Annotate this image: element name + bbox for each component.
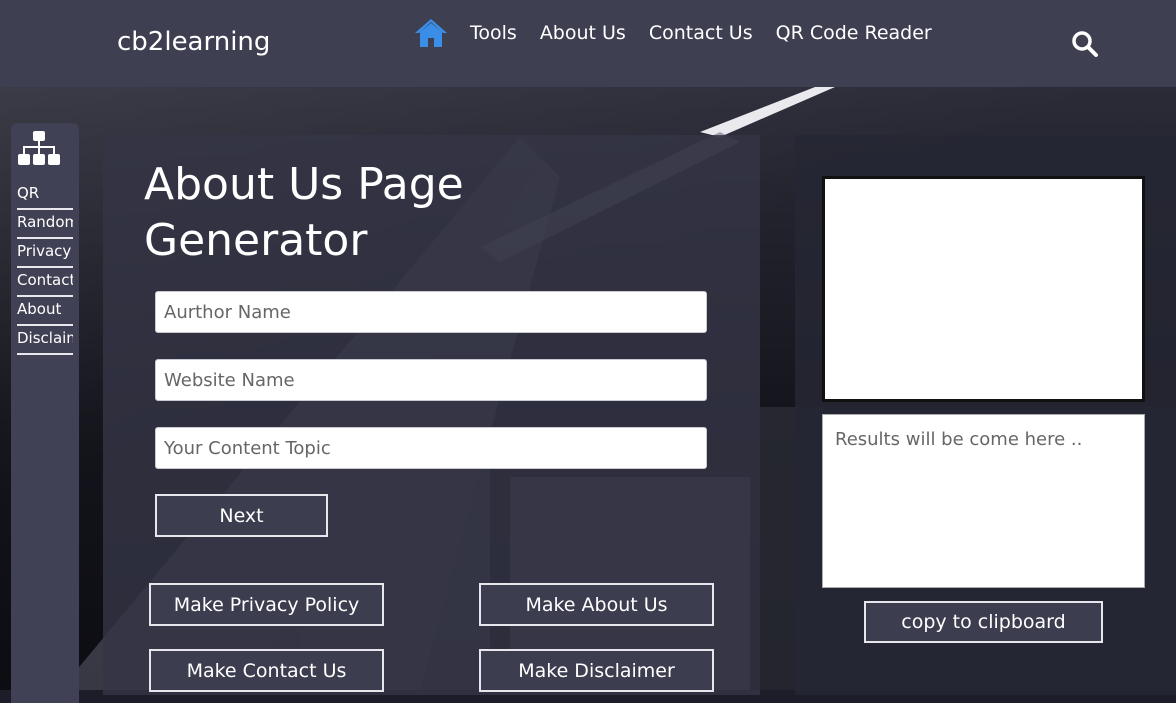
sidebar-link-qr[interactable]: QR [17,181,73,210]
make-contact-us-button[interactable]: Make Contact Us [149,649,384,692]
nav-tools[interactable]: Tools [470,22,517,44]
sidebar-link-disclaimer[interactable]: Disclaimer [17,326,73,355]
preview-box [822,176,1145,402]
search-icon[interactable] [1071,30,1099,58]
content-topic-input[interactable] [155,427,707,469]
sidebar-link-about[interactable]: About [17,297,73,326]
home-icon[interactable] [414,17,448,49]
nav-qr-code-reader[interactable]: QR Code Reader [776,22,932,44]
nav-about-us[interactable]: About Us [540,22,626,44]
nav-contact-us[interactable]: Contact Us [649,22,753,44]
author-name-input[interactable] [155,291,707,333]
main-nav: Tools About Us Contact Us QR Code Reader [414,17,955,49]
sitemap-icon [18,131,60,165]
sidebar: QR Random Privacy Contact About Disclaim… [11,123,79,703]
sidebar-link-privacy[interactable]: Privacy [17,239,73,268]
next-button[interactable]: Next [155,494,328,537]
generator-panel: About Us Page Generator Next Make Privac… [103,135,760,695]
page-title: About Us Page Generator [144,159,464,266]
make-about-us-button[interactable]: Make About Us [479,583,714,626]
copy-to-clipboard-button[interactable]: copy to clipboard [864,601,1103,643]
make-disclaimer-button[interactable]: Make Disclaimer [479,649,714,692]
website-name-input[interactable] [155,359,707,401]
sidebar-link-random[interactable]: Random [17,210,73,239]
brand-logo-text[interactable]: cb2learning [117,27,270,57]
output-panel: copy to clipboard [795,135,1176,695]
sidebar-link-contact[interactable]: Contact [17,268,73,297]
make-privacy-policy-button[interactable]: Make Privacy Policy [149,583,384,626]
sidebar-links: QR Random Privacy Contact About Disclaim… [17,181,73,355]
results-textarea[interactable] [822,414,1145,588]
top-navbar: cb2learning Tools About Us Contact Us QR… [0,0,1176,87]
